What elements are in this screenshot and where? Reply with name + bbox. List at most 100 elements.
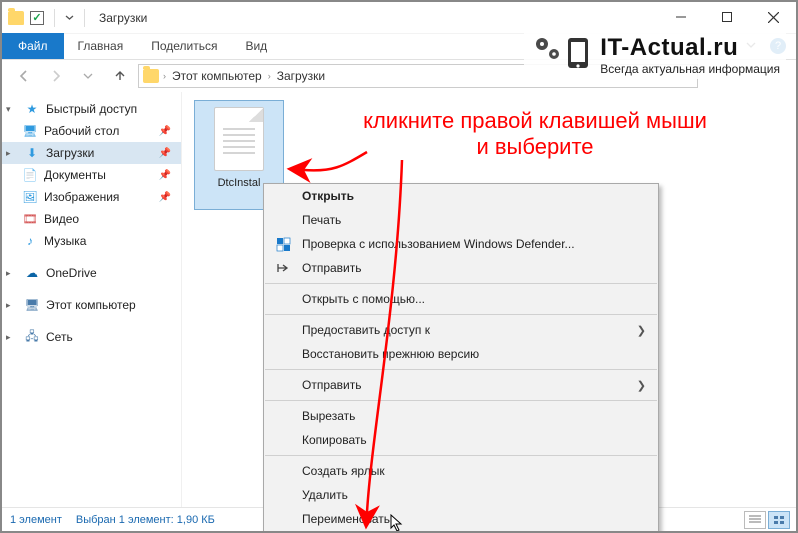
ctx-restore-previous[interactable]: Восстановить прежнюю версию [264, 342, 658, 366]
ctx-open[interactable]: Открыть [264, 184, 658, 208]
sidebar-label: OneDrive [46, 266, 97, 280]
ctx-rename[interactable]: Переименовать [264, 507, 658, 531]
sidebar-onedrive[interactable]: ▸ ☁ OneDrive [2, 262, 181, 284]
ctx-print[interactable]: Печать [264, 208, 658, 232]
sidebar-item-label: Изображения [44, 190, 119, 204]
sidebar-this-pc[interactable]: ▸ 🖥 Этот компьютер [2, 294, 181, 316]
ctx-grant-access[interactable]: Предоставить доступ к❯ [264, 318, 658, 342]
sidebar-network[interactable]: ▸ 🖧 Сеть [2, 326, 181, 348]
sidebar-item-label: Видео [44, 212, 79, 226]
file-tab[interactable]: Файл [2, 33, 64, 59]
ctx-open-with[interactable]: Открыть с помощью... [264, 287, 658, 311]
history-dropdown[interactable] [74, 63, 102, 89]
up-button[interactable] [106, 63, 134, 89]
onedrive-icon: ☁ [24, 265, 40, 281]
sidebar-quick-access[interactable]: ▾ ★ Быстрый доступ [2, 98, 181, 120]
sidebar-item-label: Загрузки [46, 146, 94, 160]
view-details-button[interactable] [744, 511, 766, 529]
sidebar-label: Этот компьютер [46, 298, 136, 312]
sidebar-item-pictures[interactable]: 🖼 Изображения 📌 [2, 186, 181, 208]
chevron-right-icon[interactable]: ▸ [6, 148, 18, 159]
view-icons-button[interactable] [768, 511, 790, 529]
breadcrumb-folder[interactable]: Загрузки [273, 69, 329, 83]
gears-phone-icon [530, 32, 594, 77]
qat-properties-button[interactable]: ✓ [30, 11, 44, 25]
sidebar: ▾ ★ Быстрый доступ 🖥 Рабочий стол 📌 ▸ ⬇ … [2, 92, 182, 507]
sidebar-label: Быстрый доступ [46, 102, 137, 116]
cursor-icon [390, 514, 406, 533]
back-button[interactable] [10, 63, 38, 89]
sidebar-item-label: Документы [44, 168, 106, 182]
chevron-right-icon[interactable]: ▸ [6, 332, 18, 343]
close-button[interactable] [750, 2, 796, 32]
pc-icon: 🖥 [24, 297, 40, 313]
separator [265, 283, 657, 284]
minimize-button[interactable] [658, 2, 704, 32]
ctx-defender[interactable]: Проверка с использованием Windows Defend… [264, 232, 658, 256]
forward-button[interactable] [42, 63, 70, 89]
document-icon: 📄 [22, 167, 38, 183]
watermark: IT-Actual.ru Всегда актуальная информаци… [524, 30, 786, 79]
separator [265, 369, 657, 370]
sidebar-item-downloads[interactable]: ▸ ⬇ Загрузки 📌 [2, 142, 181, 164]
sidebar-label: Сеть [46, 330, 73, 344]
tab-share[interactable]: Поделиться [137, 33, 231, 59]
sidebar-item-label: Рабочий стол [44, 124, 119, 138]
sidebar-item-music[interactable]: ♪ Музыка [2, 230, 181, 252]
sidebar-item-documents[interactable]: 📄 Документы 📌 [2, 164, 181, 186]
qat-dropdown-icon[interactable] [65, 13, 74, 22]
context-menu: Открыть Печать Проверка с использованием… [263, 183, 659, 533]
ctx-share[interactable]: Отправить [264, 256, 658, 280]
music-icon: ♪ [22, 233, 38, 249]
chevron-right-icon[interactable]: ▸ [6, 268, 18, 279]
chevron-right-icon: ❯ [637, 324, 646, 337]
status-selection: Выбран 1 элемент: 1,90 КБ [76, 514, 215, 526]
defender-icon [274, 237, 292, 252]
chevron-right-icon: ❯ [637, 379, 646, 392]
chevron-right-icon[interactable]: ▸ [6, 300, 18, 311]
tab-home[interactable]: Главная [64, 33, 138, 59]
folder-icon [8, 11, 24, 25]
pin-icon: 📌 [159, 170, 175, 181]
file-label: DtcInstal [218, 177, 261, 189]
pictures-icon: 🖼 [22, 189, 38, 205]
quick-access-toolbar: ✓ Загрузки [2, 9, 147, 27]
text-file-icon [214, 107, 264, 171]
sidebar-item-label: Музыка [44, 234, 86, 248]
status-item-count: 1 элемент [10, 514, 62, 526]
window-controls [658, 2, 796, 32]
separator [54, 9, 55, 27]
ctx-copy[interactable]: Копировать [264, 428, 658, 452]
star-icon: ★ [24, 101, 40, 117]
pin-icon: 📌 [159, 192, 175, 203]
separator [265, 314, 657, 315]
sidebar-item-video[interactable]: 🎞 Видео [2, 208, 181, 230]
ctx-create-shortcut[interactable]: Создать ярлык [264, 459, 658, 483]
view-buttons [744, 511, 790, 529]
share-icon [274, 262, 292, 275]
network-icon: 🖧 [24, 329, 40, 345]
chevron-right-icon[interactable]: › [268, 71, 271, 81]
breadcrumb-root[interactable]: Этот компьютер [168, 69, 266, 83]
watermark-subtitle: Всегда актуальная информация [600, 62, 780, 76]
separator [265, 400, 657, 401]
tab-view[interactable]: Вид [231, 33, 281, 59]
ctx-cut[interactable]: Вырезать [264, 404, 658, 428]
downloads-icon: ⬇ [24, 145, 40, 161]
explorer-window: ✓ Загрузки Файл Главная Поделиться Вид ?… [0, 0, 798, 533]
sidebar-item-desktop[interactable]: 🖥 Рабочий стол 📌 [2, 120, 181, 142]
window-title: Загрузки [95, 11, 147, 25]
video-icon: 🎞 [22, 211, 38, 227]
separator [84, 9, 85, 27]
separator [265, 455, 657, 456]
chevron-down-icon[interactable]: ▾ [6, 104, 18, 115]
watermark-title: IT-Actual.ru [600, 34, 780, 62]
ctx-send-to[interactable]: Отправить❯ [264, 373, 658, 397]
ctx-delete[interactable]: Удалить [264, 483, 658, 507]
folder-icon [143, 69, 159, 83]
desktop-icon: 🖥 [22, 123, 38, 139]
pin-icon: 📌 [159, 148, 175, 159]
maximize-button[interactable] [704, 2, 750, 32]
pin-icon: 📌 [159, 126, 175, 137]
chevron-right-icon[interactable]: › [163, 71, 166, 81]
